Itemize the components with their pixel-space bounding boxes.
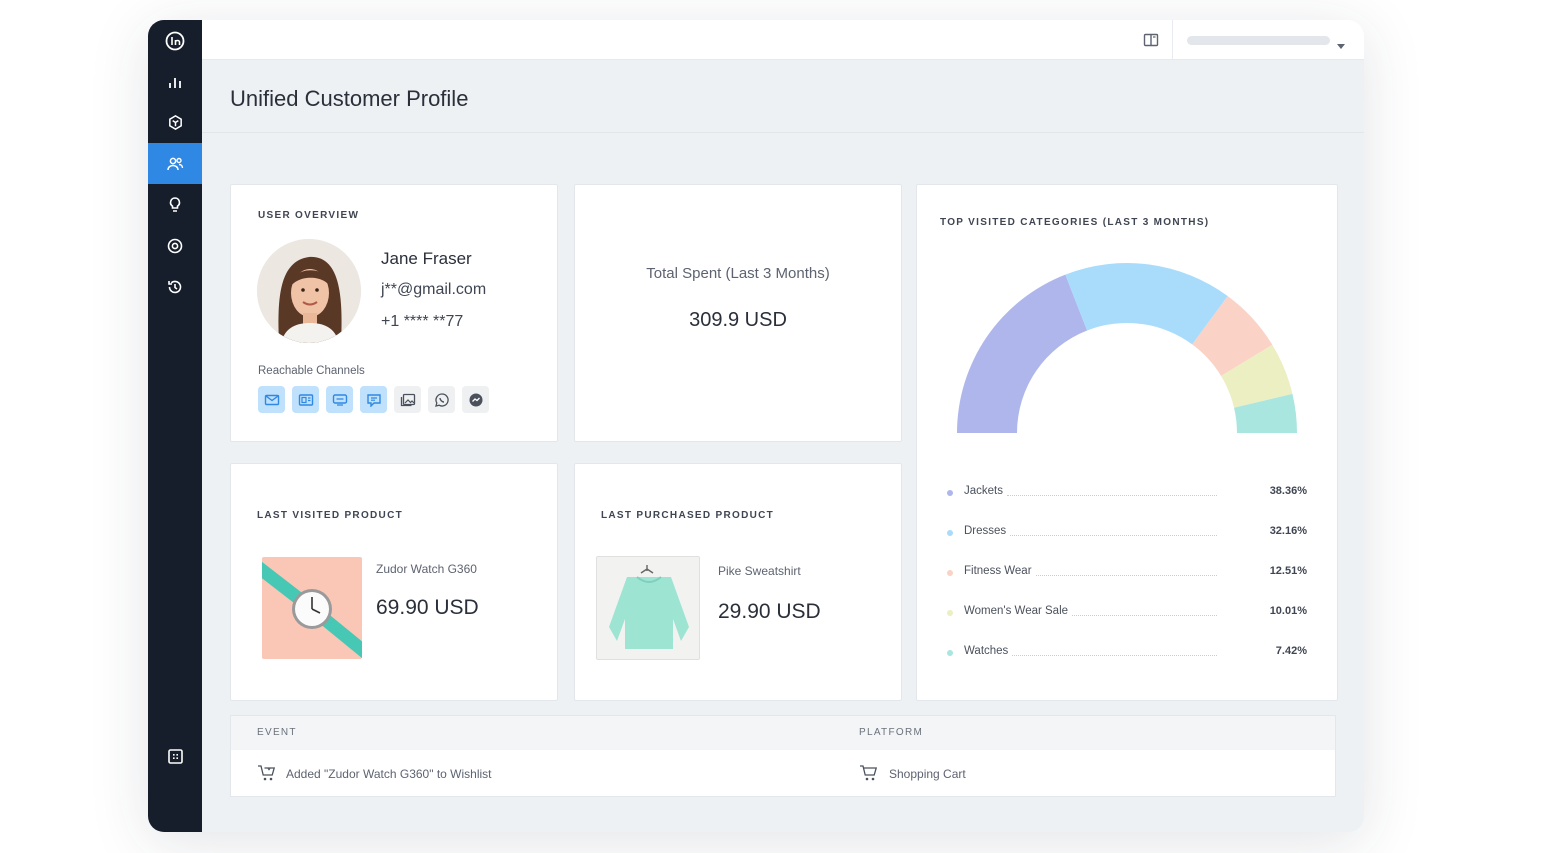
total-spent-label: Total Spent (Last 3 Months) <box>646 265 830 282</box>
last-visited-card: LAST VISITED PRODUCT Zudor Watch G360 69… <box>230 463 558 701</box>
title-divider <box>202 132 1364 133</box>
channel-list <box>258 386 498 414</box>
box-icon[interactable] <box>148 102 202 143</box>
app-window: Unified Customer Profile USER OVERVIEW J… <box>148 20 1364 832</box>
legend-label: Women's Wear Sale <box>964 605 1073 617</box>
gallery-icon[interactable] <box>394 386 421 413</box>
top-bar <box>202 20 1364 60</box>
shopping-cart-icon <box>859 764 879 787</box>
legend-leader <box>1007 495 1217 496</box>
analytics-icon[interactable] <box>148 61 202 102</box>
total-spent-value: 309.9 USD <box>689 309 787 331</box>
last-purchased-product-name: Pike Sweatshirt <box>718 564 801 578</box>
legend-dot <box>947 530 953 536</box>
sms-icon[interactable] <box>326 386 353 413</box>
platform-text: Shopping Cart <box>889 767 966 781</box>
lightbulb-icon[interactable] <box>148 184 202 225</box>
avatar <box>257 239 361 343</box>
events-table: EVENT PLATFORM Added "Zudor Watch G360" … <box>230 715 1336 797</box>
legend-row[interactable]: Watches 7.42% <box>947 645 1307 661</box>
legend-row[interactable]: Women's Wear Sale 10.01% <box>947 605 1307 621</box>
legend-dot <box>947 610 953 616</box>
target-icon[interactable] <box>148 225 202 266</box>
legend-value: 38.36% <box>1269 485 1307 497</box>
browser-push-icon[interactable] <box>292 386 319 413</box>
top-categories-card: TOP VISITED CATEGORIES (LAST 3 MONTHS) J… <box>916 184 1338 701</box>
last-visited-product-price: 69.90 USD <box>376 596 479 619</box>
category-donut-chart <box>957 263 1297 433</box>
user-overview-card: USER OVERVIEW Jane Fraser j**@gmail.com … <box>230 184 558 442</box>
chat-icon[interactable] <box>360 386 387 413</box>
channels-label: Reachable Channels <box>258 365 365 377</box>
legend-row[interactable]: Fitness Wear 12.51% <box>947 565 1307 581</box>
legend-label: Jackets <box>964 485 1007 497</box>
sweatshirt-image[interactable] <box>596 556 700 660</box>
event-text: Added "Zudor Watch G360" to Wishlist <box>286 767 492 781</box>
legend-label: Fitness Wear <box>964 565 1036 577</box>
legend-label: Watches <box>964 645 1013 657</box>
total-spent-card: Total Spent (Last 3 Months) 309.9 USD <box>574 184 902 442</box>
legend-leader <box>1007 655 1217 656</box>
legend-value: 10.01% <box>1269 605 1307 617</box>
book-icon[interactable] <box>1143 32 1159 53</box>
legend-value: 12.51% <box>1269 565 1307 577</box>
last-purchased-product-price: 29.90 USD <box>718 600 821 623</box>
chevron-down-icon[interactable] <box>1336 37 1346 55</box>
column-header-event: EVENT <box>257 727 297 738</box>
legend-label: Dresses <box>964 525 1011 537</box>
legend-row[interactable]: Dresses 32.16% <box>947 525 1307 541</box>
sidebar <box>148 20 202 832</box>
messenger-icon[interactable] <box>462 386 489 413</box>
user-phone: +1 **** **77 <box>381 313 464 330</box>
page-title: Unified Customer Profile <box>230 86 469 111</box>
whatsapp-icon[interactable] <box>428 386 455 413</box>
legend-row[interactable]: Jackets 38.36% <box>947 485 1307 501</box>
legend-dot <box>947 570 953 576</box>
legend-leader <box>1007 535 1217 536</box>
wishlist-cart-icon <box>257 764 277 787</box>
email-icon[interactable] <box>258 386 285 413</box>
events-table-header: EVENT PLATFORM <box>231 716 1335 750</box>
last-visited-label: LAST VISITED PRODUCT <box>257 510 404 521</box>
user-menu[interactable] <box>1187 36 1330 45</box>
legend-value: 32.16% <box>1269 525 1307 537</box>
table-row[interactable]: Added "Zudor Watch G360" to Wishlist Sho… <box>231 750 1335 798</box>
legend-dot <box>947 490 953 496</box>
legend-dot <box>947 650 953 656</box>
last-visited-product-name: Zudor Watch G360 <box>376 562 477 576</box>
legend-value: 7.42% <box>1275 645 1307 657</box>
legend-leader <box>1007 575 1217 576</box>
user-overview-label: USER OVERVIEW <box>258 210 360 221</box>
grid-icon[interactable] <box>148 736 202 777</box>
users-icon[interactable] <box>148 143 202 184</box>
user-name: Jane Fraser <box>381 249 472 268</box>
logo-icon[interactable] <box>148 20 202 61</box>
topbar-divider <box>1172 20 1173 60</box>
history-icon[interactable] <box>148 266 202 307</box>
last-purchased-card: LAST PURCHASED PRODUCT Pike Sweatshirt 2… <box>574 463 902 701</box>
watch-image[interactable] <box>262 557 362 659</box>
last-purchased-label: LAST PURCHASED PRODUCT <box>601 510 775 521</box>
user-email: j**@gmail.com <box>381 281 487 298</box>
column-header-platform: PLATFORM <box>859 727 924 738</box>
category-legend: Jackets 38.36% Dresses 32.16% Fitness Wear 12… <box>917 485 1339 685</box>
donut-slice-jackets[interactable] <box>957 274 1088 433</box>
